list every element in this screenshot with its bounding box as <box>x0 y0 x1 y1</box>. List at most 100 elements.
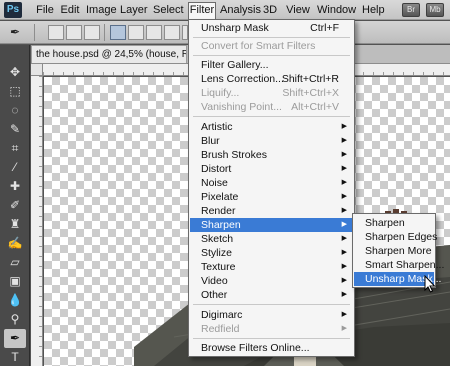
quick-select-icon[interactable]: ✎ <box>4 120 26 139</box>
menu-item-distort[interactable]: Distort ▶ <box>190 162 353 176</box>
bridge-button[interactable]: Br <box>402 3 420 17</box>
crop-icon[interactable]: ⌗ <box>4 139 26 158</box>
menu-item-artistic[interactable]: Artistic ▶ <box>190 120 353 134</box>
menu-item-label: Sharpen <box>201 219 241 231</box>
menu-item-pixelate[interactable]: Pixelate ▶ <box>190 190 353 204</box>
menu-help[interactable]: Help <box>362 2 385 18</box>
menu-3d[interactable]: 3D <box>262 2 278 18</box>
fill-pixels-button[interactable] <box>84 25 100 40</box>
menu-item-label: Unsharp Mask <box>201 22 269 34</box>
menu-item-noise[interactable]: Noise ▶ <box>190 176 353 190</box>
menu-item-stylize[interactable]: Stylize ▶ <box>190 246 353 260</box>
menu-item-sketch[interactable]: Sketch ▶ <box>190 232 353 246</box>
vertical-ruler[interactable] <box>31 76 43 366</box>
menu-item-video[interactable]: Video ▶ <box>190 274 353 288</box>
submenu-arrow-icon: ▶ <box>341 291 347 298</box>
eyedropper-icon[interactable]: ⁄ <box>4 158 26 177</box>
menu-item-texture[interactable]: Texture ▶ <box>190 260 353 274</box>
healing-brush-icon[interactable]: ✚ <box>4 177 26 196</box>
menu-item-label: Redfield <box>201 323 240 335</box>
ruler-origin[interactable] <box>31 64 43 76</box>
dodge-icon[interactable]: ⚲ <box>4 310 26 329</box>
menu-view[interactable]: View <box>286 2 310 18</box>
submenu-item-sharpen-more[interactable]: Sharpen More <box>354 244 434 258</box>
menu-item-lens-correction[interactable]: Lens Correction... Shift+Ctrl+R <box>190 72 353 86</box>
submenu-arrow-icon: ▶ <box>341 325 347 332</box>
pen-tool-preset-icon[interactable]: ✒ <box>4 23 26 42</box>
menu-item-redfield[interactable]: Redfield ▶ <box>190 322 353 336</box>
menu-item-digimarc[interactable]: Digimarc ▶ <box>190 308 353 322</box>
menu-item-unsharp-mask-last[interactable]: Unsharp Mask Ctrl+F <box>190 21 353 35</box>
menu-item-label: Stylize <box>201 247 232 259</box>
filter-menu: Unsharp Mask Ctrl+F Convert for Smart Fi… <box>188 19 355 357</box>
type-icon[interactable]: T <box>4 348 26 366</box>
pen-icon[interactable]: ✒ <box>4 329 26 348</box>
menu-item-browse-filters-online[interactable]: Browse Filters Online... <box>190 341 353 355</box>
mouse-cursor-icon <box>424 275 436 293</box>
rectangle-shape-icon[interactable] <box>146 25 162 40</box>
menu-file[interactable]: File <box>34 2 56 18</box>
move-icon[interactable]: ✥ <box>4 63 26 82</box>
menu-item-liquify[interactable]: Liquify... Shift+Ctrl+X <box>190 86 353 100</box>
menu-item-blur[interactable]: Blur ▶ <box>190 134 353 148</box>
menu-item-convert-smart-filters[interactable]: Convert for Smart Filters <box>190 39 353 53</box>
menu-item-vanishing-point[interactable]: Vanishing Point... Alt+Ctrl+V <box>190 100 353 114</box>
menu-item-label: Vanishing Point... <box>201 101 282 113</box>
shortcut-label: Shift+Ctrl+R <box>281 73 339 85</box>
submenu-item-sharpen[interactable]: Sharpen <box>354 216 434 230</box>
menu-item-label: Artistic <box>201 121 233 133</box>
menu-item-label: Noise <box>201 177 228 189</box>
submenu-arrow-icon: ▶ <box>341 263 347 270</box>
menu-item-label: Pixelate <box>201 191 239 203</box>
freeform-pen-icon[interactable] <box>128 25 144 40</box>
menu-separator <box>193 55 350 56</box>
options-separator <box>34 24 35 41</box>
marquee-icon[interactable]: ⬚ <box>4 82 26 101</box>
menu-window[interactable]: Window <box>317 2 356 18</box>
menu-item-filter-gallery[interactable]: Filter Gallery... <box>190 58 353 72</box>
menu-item-other[interactable]: Other ▶ <box>190 288 353 302</box>
submenu-item-smart-sharpen[interactable]: Smart Sharpen... <box>354 258 444 272</box>
submenu-arrow-icon: ▶ <box>341 221 347 228</box>
menu-item-label: Texture <box>201 261 236 273</box>
submenu-arrow-icon: ▶ <box>341 207 347 214</box>
shape-layers-button[interactable] <box>48 25 64 40</box>
menu-select[interactable]: Select <box>153 2 184 18</box>
submenu-item-sharpen-edges[interactable]: Sharpen Edges <box>354 230 437 244</box>
menu-item-label: Brush Strokes <box>201 149 267 161</box>
blur-icon[interactable]: 💧 <box>4 291 26 310</box>
lasso-icon[interactable]: ◌ <box>4 101 26 120</box>
document-tab[interactable]: the house.psd @ 24,5% (house, RGB/8) *× <box>31 45 187 63</box>
menu-image[interactable]: Image <box>86 2 117 18</box>
menu-item-label: Other <box>201 289 228 301</box>
menu-edit[interactable]: Edit <box>60 2 80 18</box>
mini-bridge-button[interactable]: Mb <box>426 3 444 17</box>
shortcut-label: Alt+Ctrl+V <box>291 101 339 113</box>
history-brush-icon[interactable]: ✍ <box>4 234 26 253</box>
menu-filter[interactable]: Filter <box>188 2 216 20</box>
menu-item-render[interactable]: Render ▶ <box>190 204 353 218</box>
submenu-arrow-icon: ▶ <box>341 137 347 144</box>
submenu-arrow-icon: ▶ <box>341 151 347 158</box>
menu-item-sharpen[interactable]: Sharpen ▶ <box>190 218 353 232</box>
rounded-rectangle-icon[interactable] <box>164 25 180 40</box>
menu-layer[interactable]: Layer <box>120 2 148 18</box>
menu-item-label: Video <box>201 275 228 287</box>
submenu-arrow-icon: ▶ <box>341 311 347 318</box>
paths-button[interactable] <box>66 25 82 40</box>
tools-panel: ✥ ⬚ ◌ ✎ ⌗ ⁄ ✚ ✐ ♜ ✍ ▱ ▣ 💧 ⚲ ✒ T <box>0 45 30 366</box>
menu-analysis[interactable]: Analysis <box>220 2 261 18</box>
eraser-icon[interactable]: ▱ <box>4 253 26 272</box>
menu-item-brush-strokes[interactable]: Brush Strokes ▶ <box>190 148 353 162</box>
submenu-item-unsharp-mask[interactable]: Unsharp Mask... <box>354 272 441 286</box>
menu-item-label: Digimarc <box>201 309 243 321</box>
clone-stamp-icon[interactable]: ♜ <box>4 215 26 234</box>
submenu-arrow-icon: ▶ <box>341 249 347 256</box>
submenu-arrow-icon: ▶ <box>341 235 347 242</box>
gradient-icon[interactable]: ▣ <box>4 272 26 291</box>
brush-icon[interactable]: ✐ <box>4 196 26 215</box>
menu-separator <box>193 304 350 305</box>
submenu-arrow-icon: ▶ <box>341 277 347 284</box>
pen-mode-icon[interactable] <box>110 25 126 40</box>
menu-item-label: Filter Gallery... <box>201 59 269 71</box>
